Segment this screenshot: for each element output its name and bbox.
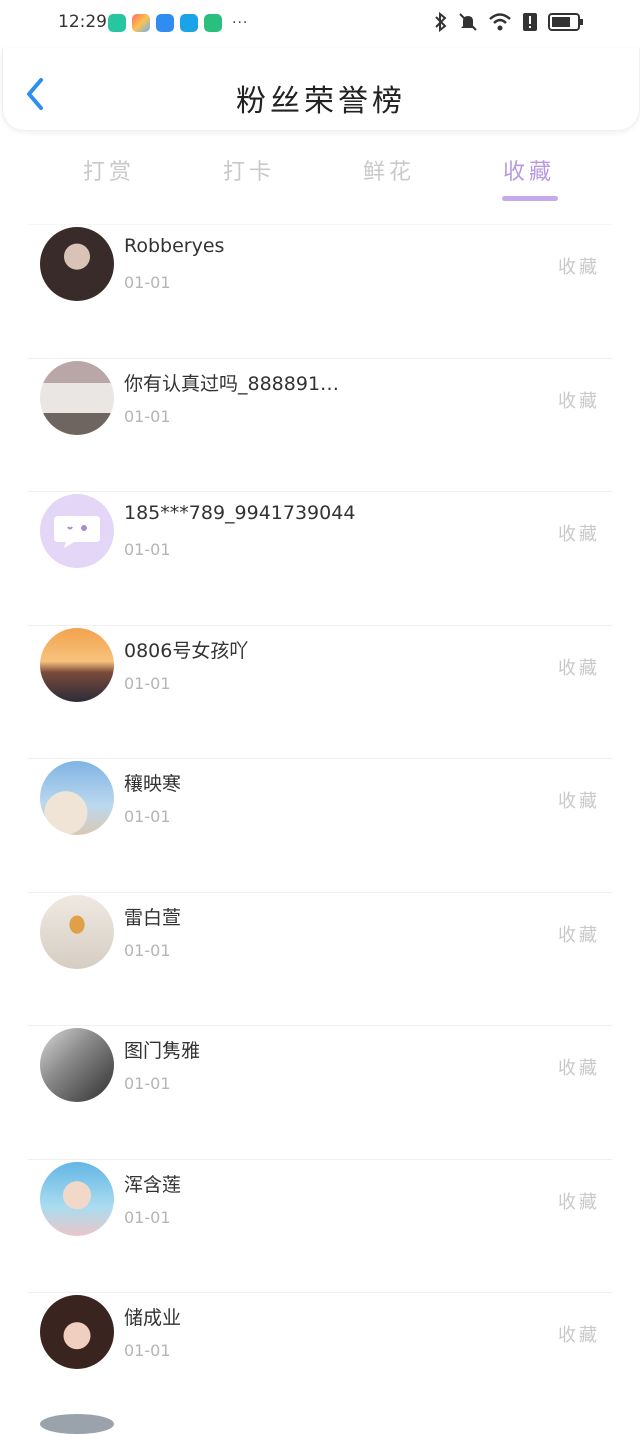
tab-flowers[interactable]: 鲜花 [349,154,429,186]
fan-name: 0806号女孩吖 [124,639,249,662]
tab-bar: 打赏 打卡 鲜花 收藏 [0,150,640,206]
fan-name: Robberyes [124,235,225,257]
favorite-label: 收藏 [558,1191,600,1213]
list-item[interactable]: 雷白萱 01-01 收藏 [28,891,612,1026]
avatar [40,627,114,702]
more-notifications-icon: ··· [232,15,249,31]
list-item[interactable]: 你有认真过吗_888891… 01-01 收藏 [28,357,612,492]
chat-app-icon [108,14,126,32]
list-item[interactable]: 浑含莲 01-01 收藏 [28,1158,612,1293]
avatar [40,1414,114,1434]
fan-name: 185***789_9941739044 [124,502,356,524]
fan-name: 雷白萱 [124,906,182,929]
fan-name: 你有认真过吗_888891… [124,372,340,395]
fan-date: 01-01 [124,540,171,559]
favorite-label: 收藏 [558,791,600,812]
fan-name: 储成业 [124,1307,182,1329]
list-item[interactable]: 穰映寒 01-01 收藏 [28,758,612,892]
list-item[interactable]: Robberyes 01-01 收藏 [28,224,612,358]
avatar [40,494,114,568]
avatar [40,894,114,969]
fan-list: Robberyes 01-01 收藏 你有认真过吗_888891… 01-01 … [0,224,640,1426]
favorite-label: 收藏 [558,257,600,278]
avatar [40,1295,114,1369]
favorite-label: 收藏 [558,524,600,545]
default-avatar-chat-icon [54,516,100,548]
status-bar: 12:29 ··· [0,0,640,48]
favorite-label: 收藏 [558,390,600,412]
bell-muted-icon [459,13,477,31]
favorite-label: 收藏 [558,657,600,679]
list-item[interactable]: 185***789_9941739044 01-01 收藏 [28,491,612,625]
favorite-label: 收藏 [558,1058,600,1079]
list-item[interactable]: 图门隽雅 01-01 收藏 [28,1025,612,1159]
avatar [40,1028,114,1102]
favorite-label: 收藏 [558,1325,600,1346]
active-tab-indicator [502,196,558,201]
alert-icon [523,13,537,31]
status-app-icons: ··· [108,14,248,32]
fan-date: 01-01 [124,273,171,292]
tab-checkin[interactable]: 打卡 [209,154,289,186]
wifi-icon [489,13,511,31]
fan-name: 穰映寒 [124,773,182,795]
cloud-app-icon [156,14,174,32]
tab-favorites[interactable]: 收藏 [489,154,569,186]
fan-name: 图门隽雅 [124,1040,201,1062]
favorite-label: 收藏 [558,924,600,946]
search-app-icon [180,14,198,32]
bluetooth-icon [435,12,447,32]
color-app-icon [132,14,150,32]
avatar [40,227,114,301]
status-system-icons [434,12,584,32]
fan-name: 浑含莲 [124,1173,182,1196]
page-title: 粉丝荣誉榜 [236,84,406,119]
fan-date: 01-01 [124,940,171,960]
avatar [40,1161,114,1236]
status-time: 12:29 [58,12,107,32]
header-bar: 粉丝荣誉榜 [2,48,640,131]
fan-date: 01-01 [124,1074,171,1093]
avatar [40,761,114,835]
battery-icon [548,13,583,31]
list-item[interactable]: 储成业 01-01 收藏 [28,1292,612,1426]
fan-date: 01-01 [124,807,171,826]
fan-date: 01-01 [124,406,171,426]
tab-reward[interactable]: 打赏 [69,154,149,186]
avatar [40,360,114,435]
fan-date: 01-01 [124,1207,171,1227]
fan-date: 01-01 [124,1341,171,1360]
fan-date: 01-01 [124,673,171,693]
list-item[interactable]: 0806号女孩吖 01-01 收藏 [28,624,612,759]
home-app-icon [204,14,222,32]
